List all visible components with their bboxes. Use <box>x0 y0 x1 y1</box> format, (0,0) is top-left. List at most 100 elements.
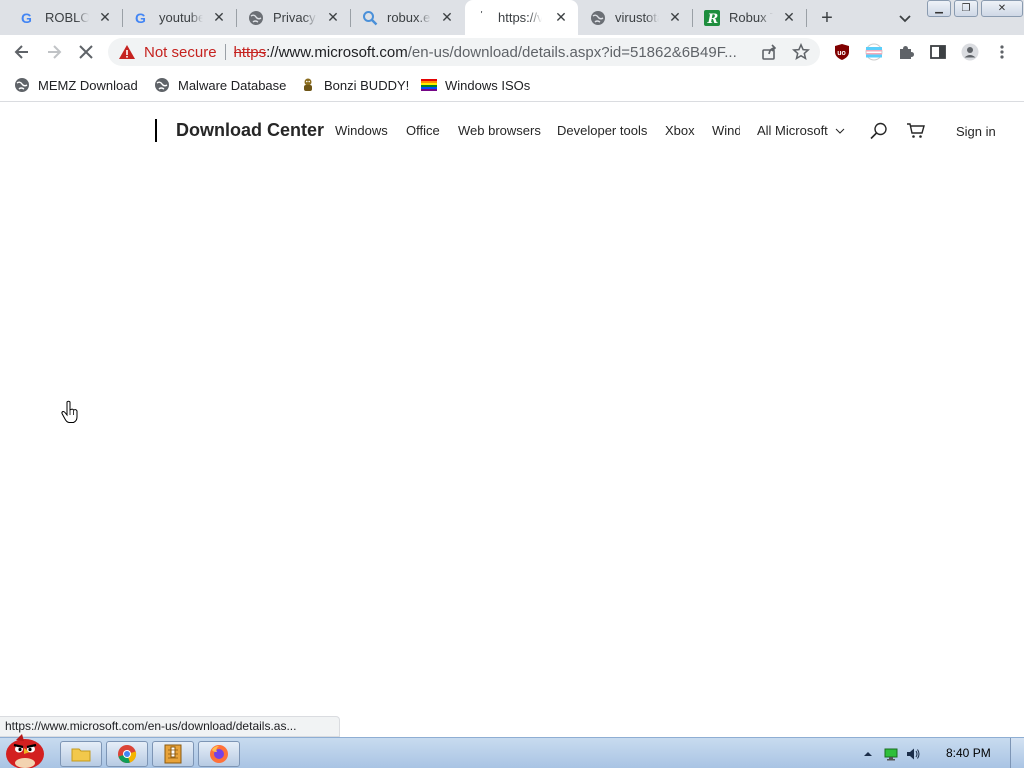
bookmark-label: Windows ISOs <box>445 77 531 93</box>
bookmark-label: Malware Database <box>178 77 287 93</box>
tab-robux-exe[interactable]: robux.ex ✕ <box>354 0 464 35</box>
forward-arrow-icon <box>48 45 62 59</box>
nav-xbox[interactable]: Xbox <box>665 123 695 138</box>
svg-text:uo: uo <box>837 50 846 57</box>
chevron-down-icon <box>836 128 845 134</box>
rainbow-flag-icon <box>421 77 437 93</box>
show-hidden-icons-arrow-icon[interactable] <box>861 747 875 761</box>
firefox-icon <box>210 745 228 763</box>
back-arrow-icon <box>14 45 28 59</box>
url-text[interactable]: https://www.microsoft.com/en-us/download… <box>234 44 754 61</box>
new-tab-button[interactable]: + <box>816 7 838 29</box>
tab-active-microsoft[interactable]: https://v ✕ <box>465 0 578 35</box>
tab-robux-t[interactable]: R Robux T ✕ <box>696 0 806 35</box>
url-host: ://www.microsoft.com <box>266 43 408 61</box>
archive-icon <box>164 744 182 764</box>
tab-separator <box>692 9 693 27</box>
stop-button[interactable] <box>74 40 98 64</box>
bookmark-label: MEMZ Download <box>38 77 138 93</box>
nav-office[interactable]: Office <box>406 123 440 138</box>
close-tab-icon[interactable]: ✕ <box>554 10 568 24</box>
nav-web-browsers[interactable]: Web browsers <box>458 123 541 138</box>
taskbar-firefox-button[interactable] <box>198 741 240 767</box>
extensions-puzzle-icon[interactable] <box>897 43 915 61</box>
taskbar-chrome-button[interactable] <box>106 741 148 767</box>
bookmark-memz-download[interactable]: MEMZ Download <box>14 76 138 94</box>
hand-cursor-icon <box>60 400 80 424</box>
search-icon <box>362 10 378 26</box>
svg-text:G: G <box>135 10 146 26</box>
tab-title: Privacy e <box>273 10 317 25</box>
bookmark-label: Bonzi BUDDY! <box>324 77 410 93</box>
share-icon[interactable] <box>760 43 778 61</box>
extension-flag-icon[interactable] <box>865 43 883 61</box>
google-icon: G <box>134 10 150 26</box>
bookmarks-bar: MEMZ Download Malware Database Bonzi BUD… <box>0 69 1024 102</box>
close-tab-icon[interactable]: ✕ <box>212 10 226 24</box>
tab-privacy[interactable]: Privacy e ✕ <box>240 0 350 35</box>
cart-icon[interactable] <box>906 121 926 141</box>
browser-toolbar: Not secure https://www.microsoft.com/en-… <box>0 35 1024 69</box>
menu-kebab-icon[interactable] <box>993 43 1011 61</box>
close-tab-icon[interactable]: ✕ <box>782 10 796 24</box>
taskbar-clock[interactable]: 8:40 PM <box>946 746 991 760</box>
search-icon[interactable] <box>869 121 889 141</box>
nav-windows-truncated[interactable]: Windows <box>712 123 740 138</box>
minimize-button[interactable]: ▁ <box>927 0 951 17</box>
tab-title: ROBLOX <box>45 10 89 25</box>
close-tab-icon[interactable]: ✕ <box>326 10 340 24</box>
svg-text:G: G <box>21 10 32 26</box>
tab-strip: G ROBLOX ✕ G youtube ✕ Privacy e ✕ robux… <box>0 0 1024 35</box>
page-content: Download Center Windows Office Web brows… <box>0 103 1024 737</box>
show-desktop-button[interactable] <box>1010 738 1024 768</box>
close-tab-icon[interactable]: ✕ <box>668 10 682 24</box>
window-close-button[interactable]: ✕ <box>981 0 1023 17</box>
tab-separator <box>122 9 123 27</box>
side-panel-icon[interactable] <box>929 43 947 61</box>
svg-text:R: R <box>707 12 719 26</box>
bookmark-star-icon[interactable] <box>791 42 811 61</box>
bookmark-malware-database[interactable]: Malware Database <box>154 76 286 94</box>
globe-icon <box>248 10 264 26</box>
taskbar-explorer-button[interactable] <box>60 741 102 767</box>
taskbar-archive-button[interactable] <box>152 741 194 767</box>
tab-youtube[interactable]: G youtube ✕ <box>126 0 236 35</box>
tab-roblox[interactable]: G ROBLOX ✕ <box>12 0 122 35</box>
bookmark-bonzi-buddy[interactable]: Bonzi BUDDY! <box>300 76 409 94</box>
restore-button[interactable]: ❐ <box>954 0 978 17</box>
tab-separator <box>350 9 351 27</box>
tab-title: virustota <box>615 10 659 25</box>
close-tab-icon[interactable]: ✕ <box>440 10 454 24</box>
loading-icon <box>473 10 489 26</box>
speaker-volume-icon[interactable] <box>906 747 920 761</box>
globe-icon <box>154 77 170 93</box>
omnibox-divider <box>224 44 226 60</box>
forward-button[interactable] <box>42 40 66 64</box>
not-secure-label[interactable]: Not secure <box>144 44 217 61</box>
tab-title: https://v <box>498 10 542 25</box>
chrome-icon <box>118 745 137 763</box>
nav-developer-tools[interactable]: Developer tools <box>557 123 647 138</box>
start-button-angry-bird-icon[interactable] <box>2 732 48 768</box>
close-tab-icon[interactable]: ✕ <box>98 10 112 24</box>
globe-icon <box>14 77 30 93</box>
network-monitor-icon[interactable] <box>884 747 898 761</box>
download-center-title[interactable]: Download Center <box>176 120 324 141</box>
bookmark-windows-isos[interactable]: Windows ISOs <box>421 76 530 94</box>
back-button[interactable] <box>10 40 34 64</box>
profile-avatar-icon[interactable] <box>961 43 979 61</box>
url-scheme: https <box>233 43 267 61</box>
tab-search-icon[interactable] <box>896 9 914 27</box>
ublock-icon[interactable]: uo <box>833 43 851 61</box>
sign-in-link[interactable]: Sign in <box>956 124 996 139</box>
address-bar[interactable]: Not secure https://www.microsoft.com/en-… <box>108 38 820 66</box>
tab-title: Robux T <box>729 10 773 25</box>
url-path: /en-us/download/details.aspx?id=51862&6B… <box>407 43 737 61</box>
stop-x-icon <box>79 45 93 59</box>
tab-virustotal[interactable]: virustota ✕ <box>582 0 692 35</box>
nav-windows[interactable]: Windows <box>335 123 388 138</box>
tab-separator <box>236 9 237 27</box>
all-microsoft-menu[interactable]: All Microsoft <box>757 123 845 138</box>
globe-icon <box>590 10 606 26</box>
warning-icon[interactable] <box>118 43 136 61</box>
